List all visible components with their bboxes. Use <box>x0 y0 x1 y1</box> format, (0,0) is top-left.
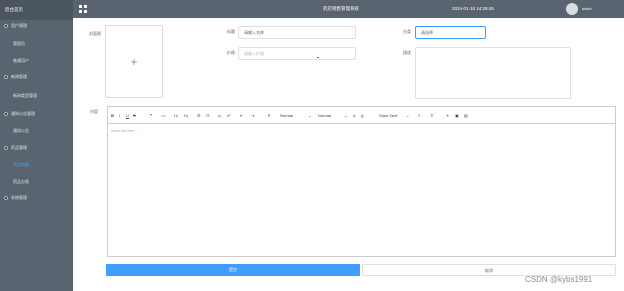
bold-icon[interactable]: B <box>111 107 114 124</box>
submit-button[interactable]: 提交 <box>106 264 360 276</box>
indent-increase-icon[interactable]: ⇥ <box>251 107 254 124</box>
sidebar-item-label: 系统管理 <box>11 195 27 200</box>
superscript-icon[interactable]: x² <box>227 107 230 124</box>
clean-format-icon[interactable]: T̸ <box>430 107 432 124</box>
user-icon <box>4 24 8 28</box>
settings-icon <box>4 196 8 200</box>
header-datetime: 2024-01-16 14:29:45 <box>452 6 494 11</box>
category-value: 请选择 <box>421 30 433 35</box>
name-label: 标题 <box>227 29 235 34</box>
sidebar-item-label: 药品管理 <box>11 145 27 150</box>
category-label: 分类 <box>403 29 411 34</box>
content-label: 内容 <box>90 109 98 114</box>
sidebar-item-label: 通知公告 <box>13 128 29 133</box>
sidebar-item-label: 管理员 <box>13 41 25 46</box>
sidebar-item-notice[interactable]: 通知公告 <box>0 127 73 135</box>
sidebar-item-drug-list[interactable]: 药品列表 <box>0 161 73 169</box>
bullet-list-icon[interactable]: ☷ <box>206 107 210 124</box>
sidebar-item-label: 药品列表 <box>13 162 29 167</box>
rich-text-editor[interactable]: B I U S ❞ <> H₁ H₂ ☰ ☷ x₂ x² ⇤ ⇥ ¶ Norma… <box>107 106 616 257</box>
name-input[interactable]: 请输入名称 <box>238 26 356 39</box>
italic-icon[interactable]: I <box>119 107 120 124</box>
indent-decrease-icon[interactable]: ⇤ <box>240 107 243 124</box>
background-color-icon[interactable]: A̲ <box>361 107 364 124</box>
remark-label: 描述 <box>403 50 411 55</box>
font-select[interactable]: Sans Serif <box>379 107 397 124</box>
subscript-icon[interactable]: x₂ <box>218 107 222 124</box>
header-select[interactable]: Normal <box>318 107 331 124</box>
sidebar-item-label: 通知公告管理 <box>11 111 35 116</box>
sidebar-item-label: 药品分类 <box>13 179 29 184</box>
category-select[interactable]: 请选择 ⌄ <box>415 26 486 39</box>
sidebar-item-label: 普通用户 <box>13 58 29 63</box>
sidebar-item-system-management[interactable]: 系统管理 <box>0 194 73 202</box>
grid-menu-icon[interactable] <box>79 5 87 13</box>
editor-placeholder[interactable]: Insert text here ... <box>111 129 138 133</box>
sidebar-item-normal-user[interactable]: 普通用户 <box>0 57 73 65</box>
chevron-down-icon: ⌄ <box>344 113 348 118</box>
sidebar-logo[interactable]: 后台首页 <box>0 0 73 20</box>
drug-icon <box>4 146 8 150</box>
top-header: 药店销售管理系统 2024-01-16 14:29:45 admin <box>73 0 624 18</box>
sidebar-item-user-management[interactable]: 用户管理 <box>0 22 73 30</box>
news-icon <box>4 75 8 79</box>
code-icon[interactable]: <> <box>161 107 166 124</box>
watermark: CSDN @kybs1991 <box>525 275 593 284</box>
sidebar-item-admin[interactable]: 管理员 <box>0 40 73 48</box>
plus-icon: + <box>130 55 138 69</box>
strike-icon[interactable]: S <box>133 107 136 124</box>
text-color-icon[interactable]: A <box>353 107 356 124</box>
sidebar-item-label: 用户管理 <box>11 23 27 28</box>
size-select[interactable]: Normal <box>280 107 293 124</box>
sidebar: 后台首页 用户管理 管理员 普通用户 新闻管理 新闻类型管理 通知公告管理 通知… <box>0 0 73 291</box>
chevron-down-icon: ⌄ <box>308 113 312 118</box>
ordered-list-icon[interactable]: ☰ <box>197 107 201 124</box>
link-icon[interactable]: ⚭ <box>446 107 449 124</box>
remark-textarea[interactable] <box>415 47 571 99</box>
price-label: 价格 <box>227 50 235 55</box>
video-icon[interactable]: ▤ <box>464 107 468 124</box>
cover-uploader[interactable]: + <box>105 25 163 98</box>
sidebar-item-label: 新闻管理 <box>11 74 27 79</box>
price-input[interactable]: 请输入价格 <box>238 47 356 60</box>
image-icon[interactable]: ▣ <box>455 107 459 124</box>
stepper-minus-icon[interactable] <box>317 57 319 58</box>
align-icon[interactable]: ≡ <box>418 107 420 124</box>
avatar[interactable] <box>566 3 578 15</box>
sidebar-item-drug-category[interactable]: 药品分类 <box>0 178 73 186</box>
editor-toolbar: B I U S ❞ <> H₁ H₂ ☰ ☷ x₂ x² ⇤ ⇥ ¶ Norma… <box>108 107 615 124</box>
sidebar-item-notice-management[interactable]: 通知公告管理 <box>0 110 73 118</box>
notice-icon <box>4 112 8 116</box>
chevron-down-icon: ⌄ <box>477 30 481 35</box>
text-direction-icon[interactable]: ¶ <box>268 107 270 124</box>
system-title: 药店销售管理系统 <box>323 6 359 11</box>
sidebar-item-label: 新闻类型管理 <box>13 93 37 98</box>
chevron-down-icon: ⌄ <box>406 113 410 118</box>
underline-icon[interactable]: U <box>126 107 129 124</box>
h1-icon[interactable]: H₁ <box>174 107 178 124</box>
username[interactable]: admin <box>582 0 592 18</box>
sidebar-item-news-type[interactable]: 新闻类型管理 <box>0 92 73 100</box>
sidebar-item-news-management[interactable]: 新闻管理 <box>0 73 73 81</box>
sidebar-item-drug-management[interactable]: 药品管理 <box>0 144 73 152</box>
main-content: 封面图 + 标题 请输入名称 分类 请选择 ⌄ 价格 请输入价格 描述 内容 B… <box>73 18 624 291</box>
cover-label: 封面图 <box>89 31 101 36</box>
h2-icon[interactable]: H₂ <box>184 107 188 124</box>
quote-icon[interactable]: ❞ <box>150 107 152 124</box>
